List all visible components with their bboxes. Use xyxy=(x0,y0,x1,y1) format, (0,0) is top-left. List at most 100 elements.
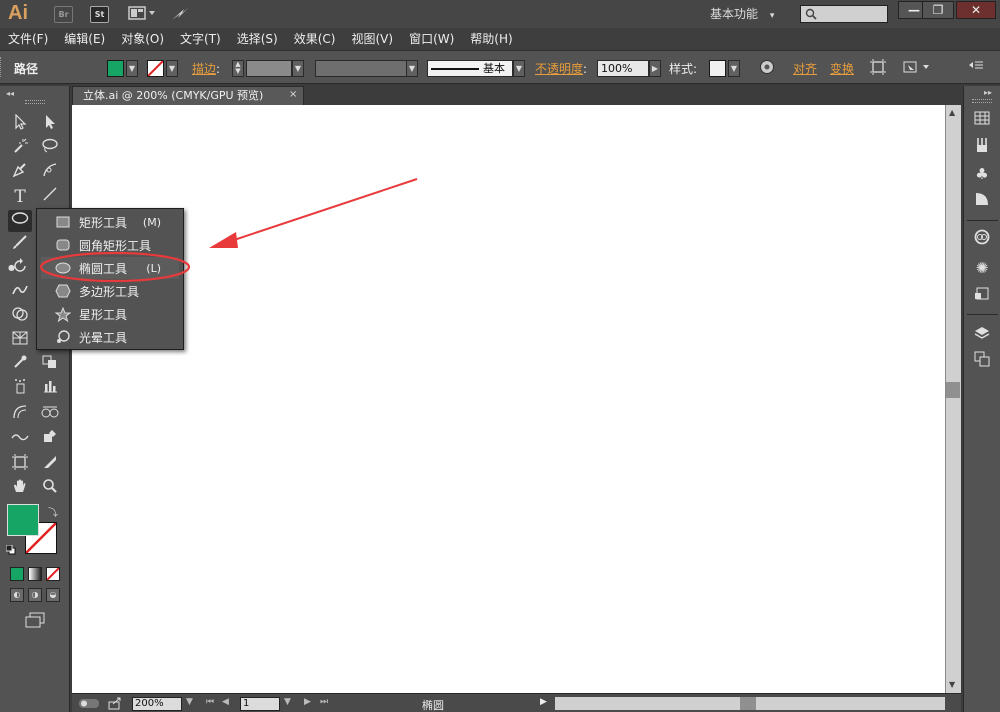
slice-tool-icon[interactable] xyxy=(38,454,62,476)
scroll-up-icon[interactable]: ▲ xyxy=(949,108,955,117)
vertical-scrollbar[interactable]: ▲ ▼ xyxy=(945,105,961,693)
scroll-down-icon[interactable]: ▼ xyxy=(949,680,955,689)
bridge-button[interactable]: Br xyxy=(54,6,73,23)
perspective-grid-tool-icon[interactable] xyxy=(8,330,32,352)
transform-link[interactable]: 变换 xyxy=(830,60,854,77)
last-artboard-icon[interactable]: ⏭ xyxy=(320,697,328,707)
select-similar-icon[interactable] xyxy=(900,59,934,77)
menu-select[interactable]: 选择(S) xyxy=(229,28,286,50)
menu-help[interactable]: 帮助(H) xyxy=(462,28,520,50)
draw-normal-icon[interactable]: ◐ xyxy=(10,588,24,602)
stroke-color-swatch[interactable] xyxy=(147,60,164,77)
creative-cloud-libraries-icon[interactable] xyxy=(970,228,994,252)
live-paint-selection-icon[interactable] xyxy=(38,428,62,450)
fill-color-swatch[interactable] xyxy=(107,60,124,77)
expand-dock-icon[interactable]: ▸▸ xyxy=(984,88,992,97)
gradient-mode-button[interactable] xyxy=(28,567,42,581)
close-document-tab-icon[interactable]: × xyxy=(289,89,297,100)
status-menu-icon[interactable]: ▶ xyxy=(540,697,547,707)
magic-wand-tool-icon[interactable] xyxy=(8,138,32,160)
graphic-style-swatch[interactable] xyxy=(709,60,726,77)
stroke-weight-dropdown[interactable]: ▼ xyxy=(292,60,304,77)
hand-tool-icon[interactable] xyxy=(8,478,32,500)
artboard-tool-icon[interactable] xyxy=(8,454,32,476)
first-artboard-icon[interactable]: ⏮ xyxy=(206,697,214,707)
flyout-item-star[interactable]: 星形工具 xyxy=(41,303,179,325)
style-dropdown[interactable]: ▼ xyxy=(728,60,740,77)
stroke-link[interactable]: 描边 xyxy=(192,62,216,76)
arrange-documents-icon[interactable] xyxy=(128,5,156,23)
recolor-artwork-icon[interactable] xyxy=(758,59,776,77)
workspace-switcher[interactable]: 基本功能 ▾ xyxy=(710,4,790,24)
zoom-input[interactable]: 200% xyxy=(132,697,182,711)
flyout-item-polygon[interactable]: 多边形工具 xyxy=(41,280,179,302)
close-window-button[interactable]: ✕ xyxy=(956,1,996,19)
isolate-object-icon[interactable] xyxy=(869,59,887,77)
stroke-weight-label[interactable]: 描边: xyxy=(192,60,220,77)
column-graph-tool-icon[interactable] xyxy=(38,378,62,400)
swatches-panel-icon[interactable] xyxy=(970,108,994,132)
collapse-toolbar-button[interactable]: ◂◂ xyxy=(6,89,14,98)
variable-width-profile[interactable] xyxy=(315,60,407,77)
align-link[interactable]: 对齐 xyxy=(793,60,817,77)
zoom-tool-icon[interactable] xyxy=(38,478,62,500)
draw-inside-icon[interactable]: ◒ xyxy=(46,588,60,602)
profile-dropdown[interactable]: ▼ xyxy=(406,60,418,77)
restore-button[interactable]: ❐ xyxy=(922,1,954,19)
flyout-item-rounded-rectangle[interactable]: 圆角矩形工具 xyxy=(41,234,179,256)
pen-tool-icon[interactable] xyxy=(8,162,32,184)
line-segment-tool-icon[interactable] xyxy=(38,186,62,208)
symbol-sprayer-tool-icon[interactable] xyxy=(8,378,32,400)
menu-type[interactable]: 文字(T) xyxy=(172,28,229,50)
symbols-panel-icon[interactable]: ♣ xyxy=(970,162,994,186)
default-fill-stroke-icon[interactable] xyxy=(5,544,16,555)
type-tool-icon[interactable]: T xyxy=(8,186,32,208)
opacity-slider-arrow[interactable]: ▶ xyxy=(649,60,661,77)
live-paint-bucket-icon[interactable] xyxy=(8,428,32,450)
stroke-weight-field[interactable] xyxy=(246,60,292,77)
menu-view[interactable]: 视图(V) xyxy=(343,28,401,50)
fill-dropdown-arrow[interactable]: ▼ xyxy=(126,60,138,77)
width-tool-icon[interactable] xyxy=(8,282,32,304)
gpu-performance-icon[interactable] xyxy=(170,5,190,23)
swap-fill-stroke-icon[interactable]: ⤵ xyxy=(48,504,58,519)
menu-file[interactable]: 文件(F) xyxy=(0,28,56,50)
vertical-scroll-thumb[interactable] xyxy=(946,382,960,398)
screen-mode-icon[interactable] xyxy=(24,612,46,628)
menu-effect[interactable]: 效果(C) xyxy=(286,28,344,50)
stroke-weight-stepper[interactable]: ▲ ▼ xyxy=(232,60,244,77)
gradient-tool-icon[interactable] xyxy=(38,404,62,426)
draw-behind-icon[interactable]: ◑ xyxy=(28,588,42,602)
eyedropper-tool-icon[interactable] xyxy=(8,354,32,376)
artboard-dropdown-icon[interactable]: ▼ xyxy=(284,697,291,707)
opacity-link[interactable]: 不透明度 xyxy=(535,62,583,76)
dock-grip[interactable] xyxy=(972,99,992,103)
selection-tool-icon[interactable] xyxy=(8,113,32,136)
gpu-toggle-icon[interactable] xyxy=(78,697,99,710)
paintbrush-tool-icon[interactable] xyxy=(8,234,32,256)
shape-builder-tool-icon[interactable] xyxy=(8,306,32,328)
share-icon[interactable] xyxy=(108,697,122,710)
flyout-item-flare[interactable]: 光晕工具 xyxy=(41,326,179,348)
previous-artboard-icon[interactable]: ◀ xyxy=(222,697,229,707)
graphic-styles-panel-icon[interactable] xyxy=(970,190,994,214)
next-artboard-icon[interactable]: ▶ xyxy=(304,697,311,707)
mesh-tool-icon[interactable] xyxy=(8,404,32,426)
lasso-tool-icon[interactable] xyxy=(38,138,62,160)
artboards-panel-icon[interactable] xyxy=(970,350,994,374)
opacity-input[interactable]: 100% xyxy=(597,60,649,77)
direct-selection-tool-icon[interactable] xyxy=(38,114,62,136)
opacity-label[interactable]: 不透明度: xyxy=(535,60,587,77)
document-tab[interactable]: 立体.ai @ 200% (CMYK/GPU 预览) xyxy=(72,86,304,105)
search-input[interactable] xyxy=(800,5,888,23)
fill-box[interactable] xyxy=(7,504,39,536)
color-mode-button[interactable] xyxy=(10,567,24,581)
menu-window[interactable]: 窗口(W) xyxy=(401,28,462,50)
panel-menu-icon[interactable] xyxy=(967,59,985,77)
artboard-number-input[interactable]: 1 xyxy=(240,697,280,711)
control-bar-grip[interactable] xyxy=(0,57,3,77)
ellipse-tool-icon[interactable] xyxy=(8,210,32,232)
artboard-canvas[interactable] xyxy=(72,105,945,693)
stroke-dropdown-arrow[interactable]: ▼ xyxy=(166,60,178,77)
brush-dropdown[interactable]: ▼ xyxy=(513,60,525,77)
